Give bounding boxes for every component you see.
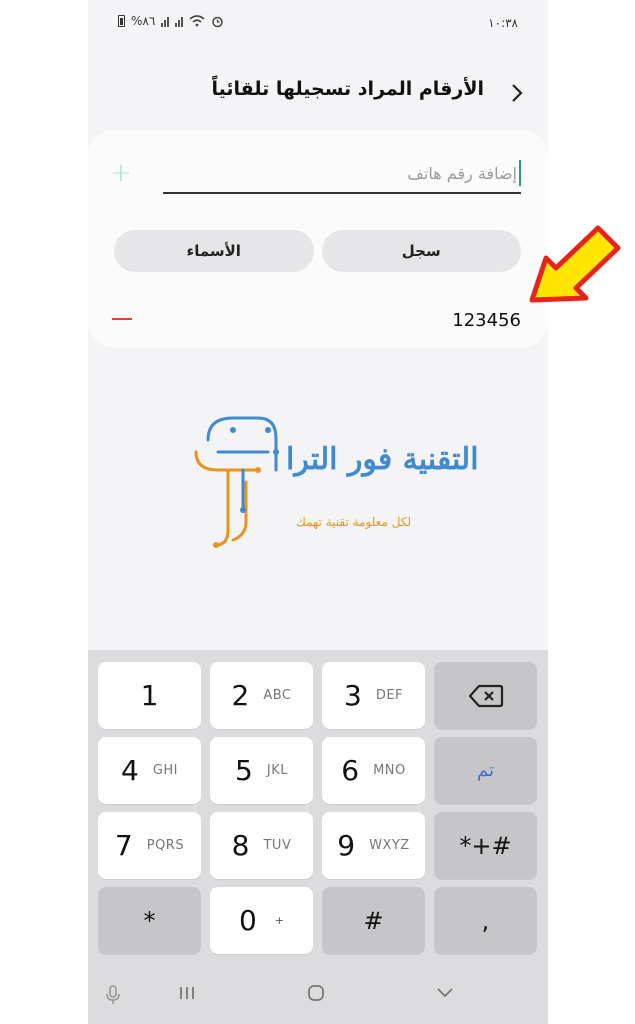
mic-icon[interactable] [105,984,121,1006]
remove-number-button[interactable] [112,318,132,320]
key-comma[interactable]: , [434,887,537,954]
key-3[interactable]: 3 DEF [322,662,425,729]
list-item: 123456 [112,308,521,336]
keypad-row-1: 1 2 ABC 3 DEF [98,662,538,729]
source-tabs: الأسماء سجل [114,230,521,272]
log-button[interactable]: سجل [321,230,521,272]
signal-icon [161,16,170,27]
key-6[interactable]: 6 MNO [322,737,425,804]
alarm-icon [212,16,224,27]
wifi-icon [189,15,205,27]
backspace-icon [468,684,503,707]
phone-number: 123456 [452,310,521,331]
recents-icon[interactable] [178,984,196,1002]
watermark-logo [194,416,279,548]
phone-screen: %٨٦ ١٠:٣٨ الأرقام المراد تسجيلها تلقائيا… [88,0,548,1024]
key-8[interactable]: 8 TUV [210,812,313,879]
key-9[interactable]: 9 WXYZ [322,812,425,879]
key-hash[interactable]: # [322,887,425,954]
keypad-row-4: * 0 + # , [98,887,538,954]
watermark-subtitle: لكل معلومة تقنية تهمك [296,515,412,529]
home-icon[interactable] [307,984,325,1002]
status-bar: %٨٦ ١٠:٣٨ [88,12,548,36]
signal-icon-2 [175,16,184,27]
done-key[interactable]: تم [434,737,537,804]
status-time: ١٠:٣٨ [488,16,518,30]
system-nav-bar [88,964,548,1024]
status-icons: %٨٦ [118,14,224,28]
backspace-key[interactable] [434,662,537,729]
key-1[interactable]: 1 [98,662,201,729]
page-title: الأرقام المراد تسجيلها تلقائياً [211,78,485,100]
contacts-button[interactable]: الأسماء [114,230,314,272]
back-button[interactable] [510,76,524,110]
text-caret [519,160,521,186]
annotation-arrow-icon [529,225,621,303]
numbers-card: + الأسماء سجل 123456 [88,130,548,348]
watermark-title: التقنية فور الترا [286,442,479,477]
app-header: الأرقام المراد تسجيلها تلقائياً [88,72,548,112]
hide-keyboard-icon[interactable] [435,984,455,1002]
phone-input-wrap [163,156,521,194]
battery-level: %٨٦ [131,14,156,28]
battery-icon [118,15,125,27]
keypad-row-2: 4 GHI 5 JKL 6 MNO تم [98,737,538,804]
key-5[interactable]: 5 JKL [210,737,313,804]
key-4[interactable]: 4 GHI [98,737,201,804]
numeric-keypad: 1 2 ABC 3 DEF 4 GHI 5 JKL 6 MNO تم 7 PQRS 8 TUV… [88,650,548,964]
key-star[interactable]: * [98,887,201,954]
add-number-button[interactable]: + [110,158,132,188]
symbols-key[interactable]: *+# [434,812,537,879]
key-0[interactable]: 0 + [210,887,313,954]
phone-number-input[interactable] [163,156,521,190]
keypad-row-3: 7 PQRS 8 TUV 9 WXYZ *+# [98,812,538,879]
key-2[interactable]: 2 ABC [210,662,313,729]
key-7[interactable]: 7 PQRS [98,812,201,879]
chevron-right-icon [512,84,523,102]
